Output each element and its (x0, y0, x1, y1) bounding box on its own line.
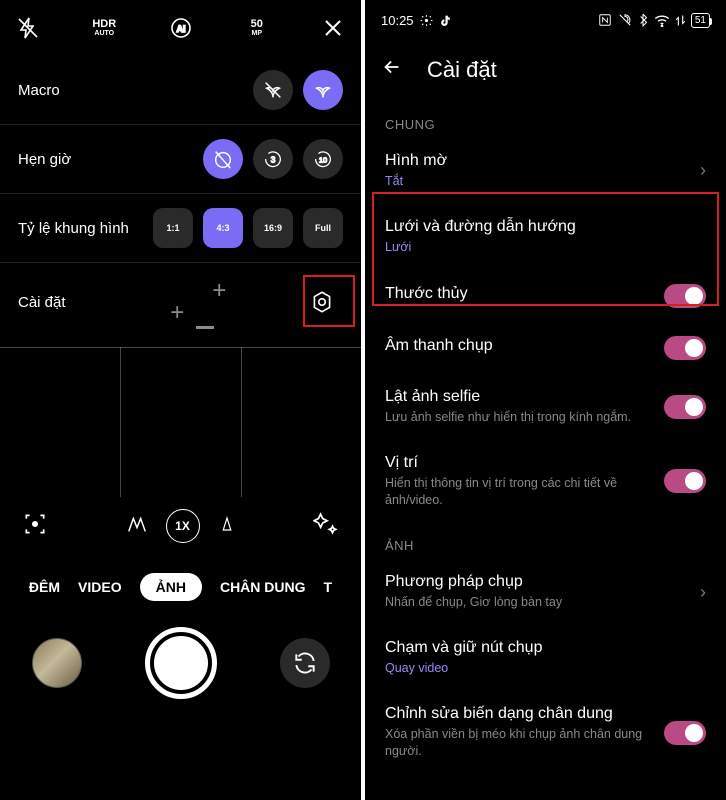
signal-swap-icon (676, 14, 685, 27)
section-general: CHUNG (365, 101, 726, 138)
back-button[interactable] (381, 56, 403, 83)
top-icon-bar: HDRAUTO AI 50MP (0, 0, 361, 56)
capture-method-item[interactable]: Phương pháp chụp Nhấn để chụp, Giơ lòng … (365, 559, 726, 625)
ratio-1-1-button[interactable]: 1:1 (153, 208, 193, 248)
svg-text:3: 3 (271, 156, 276, 165)
bluetooth-icon (638, 13, 648, 27)
timer-3s-button[interactable]: 3 (253, 139, 293, 179)
status-bar: 10:25 51 (365, 0, 726, 34)
highlight-box (303, 275, 355, 327)
shutter-row (0, 619, 361, 721)
zoom-wide-icon[interactable] (126, 513, 148, 540)
settings-status-icon (420, 14, 433, 27)
settings-screen: 10:25 51 Cài đặt CHUNG Hình mờ (365, 0, 726, 800)
svg-text:AI: AI (176, 24, 185, 34)
distortion-toggle[interactable] (664, 721, 706, 745)
zoom-tele-icon[interactable] (218, 513, 236, 540)
close-icon[interactable] (319, 14, 347, 42)
mode-selector[interactable]: ĐÊM VIDEO ẢNH CHÂN DUNG T (0, 555, 361, 619)
page-title: Cài đặt (427, 57, 497, 83)
filters-icon[interactable] (313, 511, 339, 542)
chevron-right-icon: › (700, 582, 706, 603)
flash-icon[interactable] (14, 14, 42, 42)
focus-indicator-icon: ++ (170, 277, 226, 327)
tiktok-status-icon (439, 14, 452, 27)
mode-video[interactable]: VIDEO (78, 579, 122, 595)
mode-portrait[interactable]: CHÂN DUNG (220, 579, 306, 595)
zoom-1x-button[interactable]: 1X (166, 509, 200, 543)
location-item[interactable]: Vị trí Hiển thị thông tin vị trí trong c… (365, 440, 726, 523)
battery-indicator: 51 (691, 13, 710, 28)
camera-screen: HDRAUTO AI 50MP Macro (0, 0, 361, 800)
mode-photo[interactable]: ẢNH (140, 573, 202, 601)
nfc-icon (598, 13, 612, 27)
highlight-box-right (372, 192, 719, 306)
macro-off-button[interactable] (253, 70, 293, 110)
hdr-icon[interactable]: HDRAUTO (90, 14, 118, 42)
hold-shutter-item[interactable]: Chạm và giữ nút chụp Quay video (365, 625, 726, 691)
selfie-toggle[interactable] (664, 395, 706, 419)
timer-10s-button[interactable]: 10 (303, 139, 343, 179)
focus-mode-icon[interactable] (22, 511, 48, 542)
shutter-sound-toggle[interactable] (664, 336, 706, 360)
chevron-right-icon: › (700, 160, 706, 181)
macro-on-button[interactable] (303, 70, 343, 110)
timer-label: Hẹn giờ (18, 151, 71, 168)
settings-row: Cài đặt ++ (0, 263, 361, 347)
ratio-4-3-button[interactable]: 4:3 (203, 208, 243, 248)
ai-icon[interactable]: AI (167, 14, 195, 42)
macro-row: Macro (0, 56, 361, 125)
viewfinder-grid (0, 347, 361, 497)
ratio-16-9-button[interactable]: 16:9 (253, 208, 293, 248)
megapixel-icon[interactable]: 50MP (243, 14, 271, 42)
svg-text:10: 10 (319, 156, 327, 165)
section-photo: ẢNH (365, 522, 726, 559)
distortion-item[interactable]: Chỉnh sửa biến dạng chân dung Xóa phần v… (365, 691, 726, 774)
macro-label: Macro (18, 82, 60, 99)
shutter-button[interactable] (145, 627, 217, 699)
mute-icon (618, 13, 632, 27)
timer-off-button[interactable] (203, 139, 243, 179)
settings-label: Cài đặt (18, 294, 66, 311)
status-time: 10:25 (381, 13, 414, 28)
mode-night[interactable]: ĐÊM (29, 579, 60, 595)
switch-camera-button[interactable] (280, 638, 330, 688)
gallery-thumbnail[interactable] (32, 638, 82, 688)
wifi-icon (654, 14, 670, 27)
timer-row: Hẹn giờ 3 10 (0, 125, 361, 194)
zoom-row: 1X (0, 497, 361, 555)
location-toggle[interactable] (664, 469, 706, 493)
ratio-label: Tỷ lệ khung hình (18, 220, 129, 237)
header: Cài đặt (365, 34, 726, 101)
mode-more[interactable]: T (324, 579, 333, 595)
selfie-flip-item[interactable]: Lật ảnh selfie Lưu ảnh selfie như hiển t… (365, 374, 726, 440)
ratio-full-button[interactable]: Full (303, 208, 343, 248)
shutter-sound-item[interactable]: Âm thanh chụp (365, 322, 726, 374)
aspect-ratio-row: Tỷ lệ khung hình 1:1 4:3 16:9 Full (0, 194, 361, 263)
